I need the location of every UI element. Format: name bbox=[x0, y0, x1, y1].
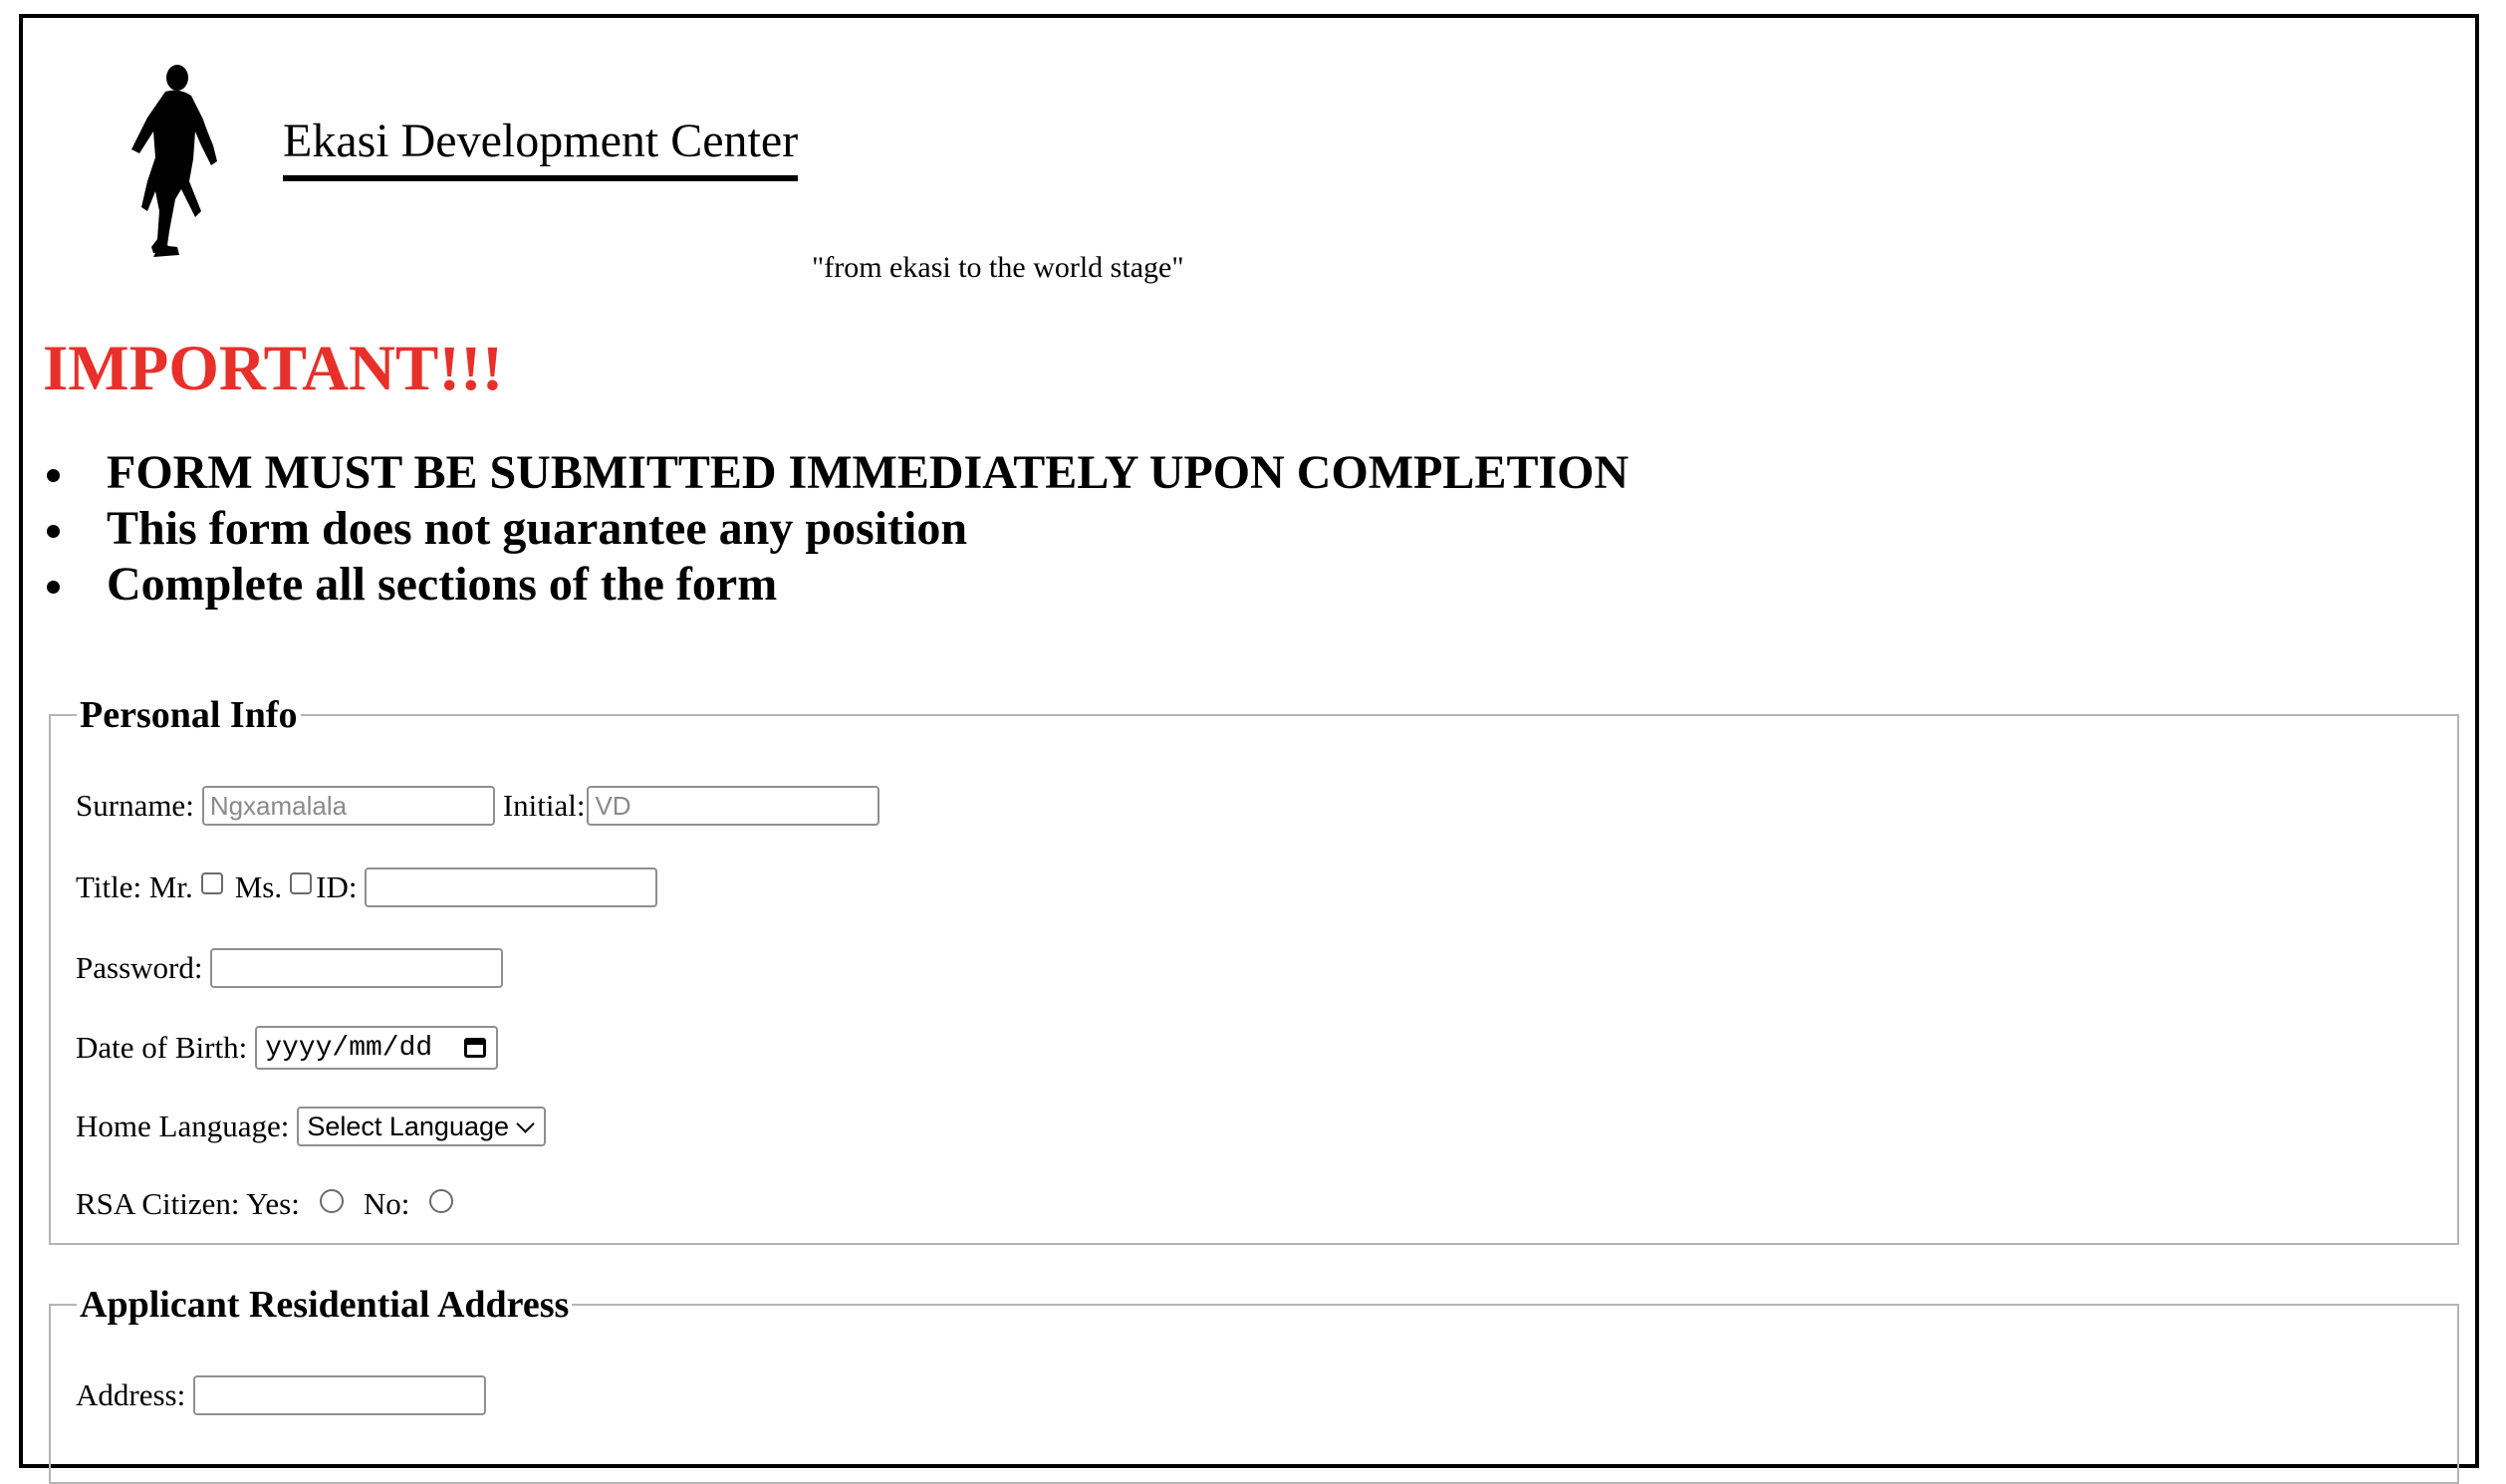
id-label: ID: bbox=[316, 869, 358, 904]
ms-checkbox[interactable] bbox=[290, 872, 313, 894]
address-row: Address: bbox=[76, 1372, 487, 1418]
important-heading: IMPORTANT!!! bbox=[43, 333, 504, 404]
dob-placeholder: yyyy/mm/dd bbox=[265, 1032, 433, 1064]
citizen-no-label: No: bbox=[363, 1186, 410, 1221]
dob-label: Date of Birth: bbox=[76, 1030, 248, 1065]
title-row: Title: Mr. Ms. ID: bbox=[76, 865, 658, 910]
dob-row: Date of Birth: yyyy/mm/dd bbox=[76, 1025, 499, 1071]
chevron-down-icon bbox=[516, 1113, 535, 1133]
password-label: Password: bbox=[76, 950, 203, 985]
personal-info-legend: Personal Info bbox=[80, 694, 298, 736]
language-row: Home Language: Select Language bbox=[76, 1104, 547, 1149]
password-row: Password: bbox=[76, 945, 504, 991]
dob-input[interactable]: yyyy/mm/dd bbox=[255, 1026, 499, 1070]
id-input[interactable] bbox=[365, 867, 658, 907]
surname-label: Surname: bbox=[76, 788, 194, 823]
notice-item: Complete all sections of the form bbox=[43, 557, 1629, 613]
notice-item: FORM MUST BE SUBMITTED IMMEDIATELY UPON … bbox=[43, 445, 1629, 501]
title-mr-label: Title: Mr. bbox=[76, 869, 193, 904]
language-label: Home Language: bbox=[76, 1109, 290, 1143]
initial-input[interactable] bbox=[587, 786, 880, 826]
password-input[interactable] bbox=[210, 948, 504, 988]
language-select[interactable]: Select Language bbox=[297, 1107, 547, 1146]
notice-list: FORM MUST BE SUBMITTED IMMEDIATELY UPON … bbox=[43, 445, 1629, 613]
address-label: Address: bbox=[76, 1377, 186, 1412]
brand-name: Ekasi Development Center bbox=[283, 112, 799, 181]
surname-row: Surname: Initial: bbox=[76, 783, 880, 829]
page: Ekasi Development Center "from ekasi to … bbox=[0, 0, 2506, 1484]
citizen-no-radio[interactable] bbox=[429, 1189, 454, 1213]
calendar-icon[interactable] bbox=[464, 1038, 487, 1058]
notice-item: This form does not guarantee any positio… bbox=[43, 501, 1629, 557]
surname-input[interactable] bbox=[201, 786, 495, 826]
citizen-yes-radio[interactable] bbox=[319, 1189, 344, 1213]
initial-label: Initial: bbox=[502, 788, 586, 823]
mr-checkbox[interactable] bbox=[200, 872, 223, 894]
citizen-yes-label: RSA Citizen: Yes: bbox=[76, 1186, 300, 1221]
residential-address-legend: Applicant Residential Address bbox=[80, 1284, 570, 1326]
citizen-row: RSA Citizen: Yes: No: bbox=[76, 1181, 473, 1227]
ms-label: Ms. bbox=[234, 869, 283, 904]
language-selected: Select Language bbox=[307, 1111, 510, 1141]
runner-silhouette-icon bbox=[131, 65, 217, 257]
address-input[interactable] bbox=[193, 1375, 487, 1415]
slogan: "from ekasi to the world stage" bbox=[812, 251, 1184, 284]
